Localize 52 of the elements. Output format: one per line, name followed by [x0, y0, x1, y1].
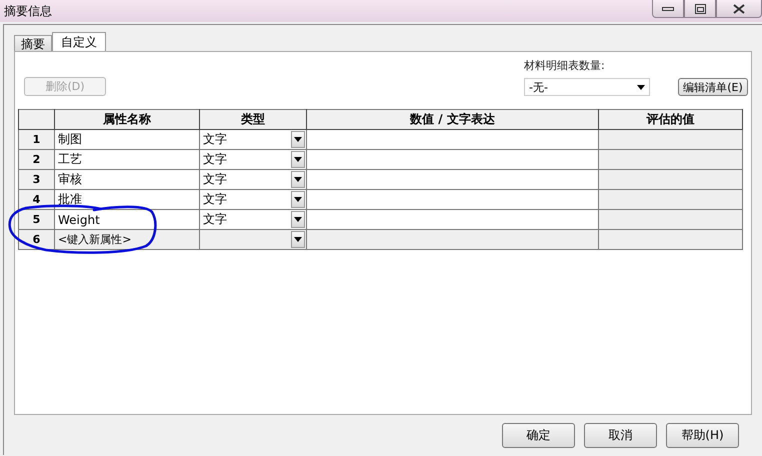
type-dropdown-button[interactable] [291, 171, 305, 188]
column-header: 评估的值 [598, 110, 742, 130]
type-dropdown-button[interactable] [291, 191, 305, 208]
edit-list-button[interactable]: 编辑清单(E) [678, 78, 748, 96]
tab[interactable]: 摘要 [14, 35, 52, 51]
type-dropdown-button[interactable] [291, 131, 305, 148]
dialog-button[interactable]: 确定 [502, 423, 575, 448]
close-button[interactable] [716, 0, 762, 18]
property-name-cell[interactable]: 批准 [54, 190, 200, 210]
dropdown-arrow-icon [637, 84, 645, 90]
minimize-icon [662, 6, 674, 10]
property-name-cell[interactable]: 审核 [54, 170, 200, 190]
value-cell[interactable] [306, 190, 598, 210]
maximize-icon [694, 4, 706, 14]
type-dropdown-button[interactable] [291, 151, 305, 168]
row-number: 1 [18, 130, 54, 150]
type-cell[interactable]: 文字 [200, 150, 306, 170]
tab[interactable]: 自定义 [52, 32, 106, 51]
dialog-button[interactable]: 取消 [584, 423, 657, 448]
value-cell[interactable] [306, 170, 598, 190]
window-title: 摘要信息 [4, 2, 52, 20]
value-cell[interactable] [306, 230, 598, 250]
row-number: 5 [18, 210, 54, 230]
dropdown-arrow-icon [294, 177, 302, 182]
new-property-cell[interactable]: <键入新属性> [54, 230, 200, 250]
type-cell[interactable]: 文字 [200, 130, 306, 150]
corner-header [18, 110, 54, 130]
minimize-button[interactable] [652, 0, 684, 18]
row-number: 2 [18, 150, 54, 170]
property-name-cell[interactable]: 制图 [54, 130, 200, 150]
close-icon [733, 4, 745, 14]
dropdown-arrow-icon [294, 157, 302, 162]
column-header: 属性名称 [54, 110, 200, 130]
dropdown-arrow-icon [294, 137, 302, 142]
bom-quantity-label: 材料明细表数量: [524, 58, 606, 73]
type-dropdown-button[interactable] [291, 231, 305, 248]
row-number: 3 [18, 170, 54, 190]
type-cell[interactable]: 文字 [200, 190, 306, 210]
dialog-button[interactable]: 帮助(H) [666, 423, 739, 448]
bom-quantity-dropdown[interactable]: -无- [524, 78, 650, 96]
column-header: 数值 / 文字表达 [306, 110, 598, 130]
dropdown-arrow-icon [294, 237, 302, 242]
value-cell[interactable] [306, 150, 598, 170]
property-name-cell[interactable]: 工艺 [54, 150, 200, 170]
dropdown-arrow-icon [294, 197, 302, 202]
type-dropdown-button[interactable] [291, 211, 305, 228]
column-header: 类型 [200, 110, 306, 130]
maximize-button[interactable] [684, 0, 716, 18]
value-cell[interactable] [306, 130, 598, 150]
dropdown-arrow-icon [294, 217, 302, 222]
type-cell[interactable]: 文字 [200, 170, 306, 190]
type-cell[interactable] [200, 230, 306, 250]
